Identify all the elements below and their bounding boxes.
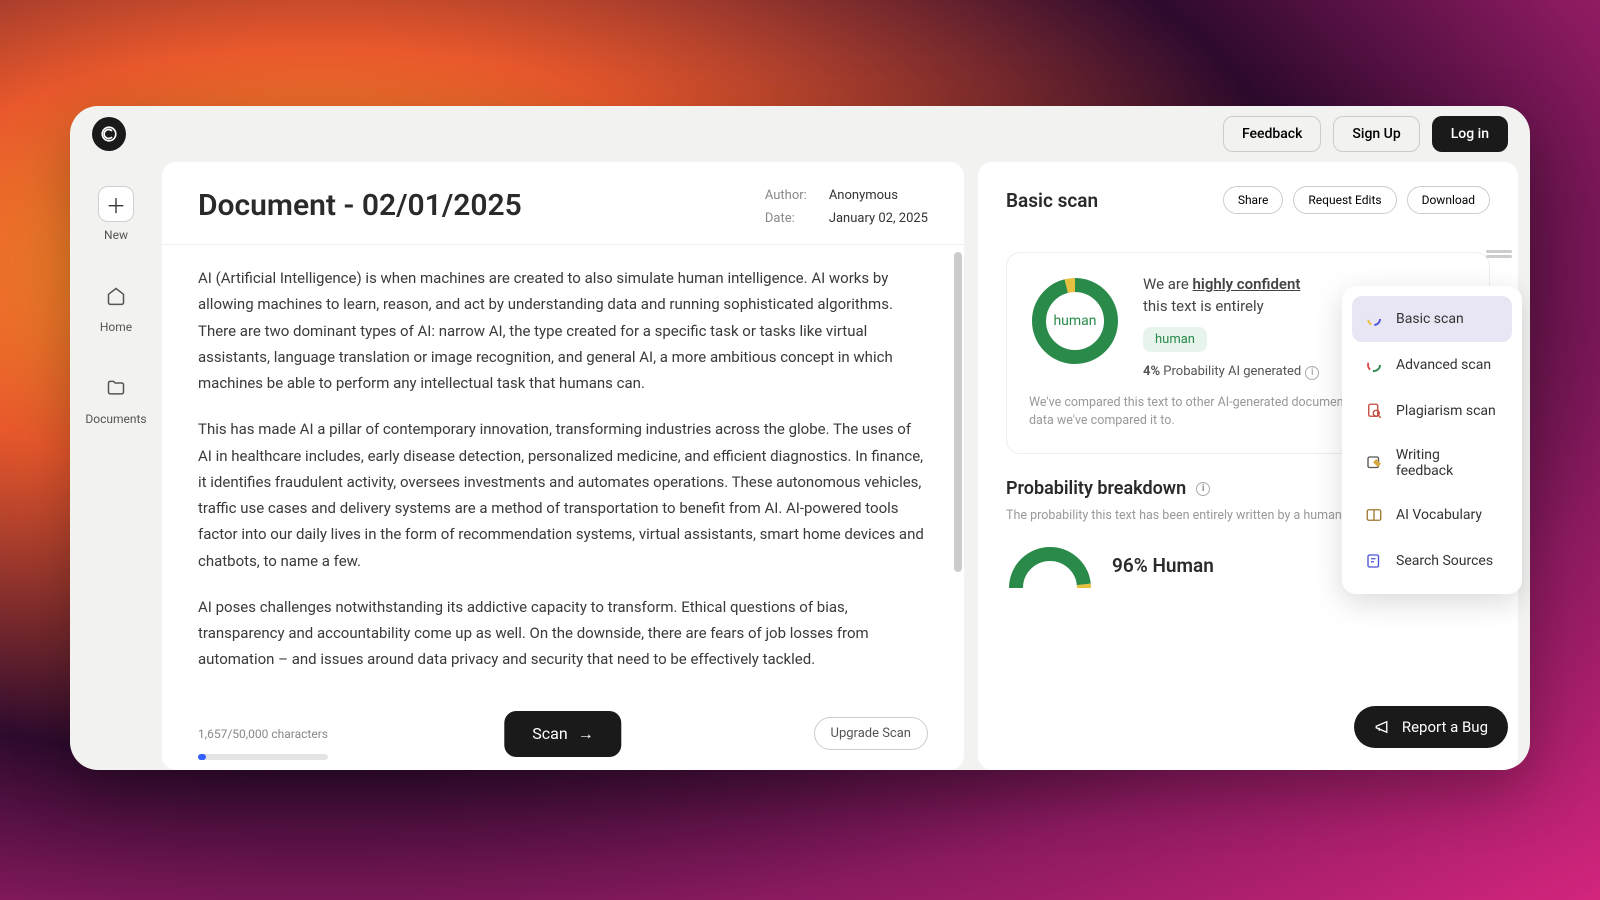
report-bug-button[interactable]: Report a Bug (1354, 706, 1508, 748)
login-button[interactable]: Log in (1432, 116, 1508, 152)
sidebar-item-new[interactable]: ＋ New (98, 186, 134, 242)
paragraph: AI (Artificial Intelligence) is when mac… (198, 265, 928, 396)
share-button[interactable]: Share (1223, 186, 1284, 214)
app-window: Feedback Sign Up Log in ＋ New Home Docum… (70, 106, 1530, 770)
megaphone-icon (1374, 718, 1392, 736)
menu-item-advanced-scan[interactable]: Advanced scan (1352, 342, 1512, 388)
home-icon (98, 278, 134, 314)
menu-item-plagiarism-scan[interactable]: Plagiarism scan (1352, 388, 1512, 434)
advanced-scan-icon (1364, 355, 1384, 375)
info-icon[interactable]: i (1305, 366, 1319, 380)
app-logo[interactable] (92, 117, 126, 151)
scrollbar[interactable] (954, 252, 962, 572)
feedback-button[interactable]: Feedback (1223, 116, 1321, 152)
request-edits-button[interactable]: Request Edits (1293, 186, 1396, 214)
document-meta: Author: Anonymous Date: January 02, 2025 (765, 188, 928, 226)
scan-mode-menu: Basic scan Advanced scan Plagiarism scan… (1342, 286, 1522, 594)
sidebar-item-documents[interactable]: Documents (85, 370, 146, 426)
document-body[interactable]: AI (Artificial Intelligence) is when mac… (162, 245, 964, 707)
author-label: Author: (765, 188, 807, 203)
document-panel: Document - 02/01/2025 Author: Anonymous … (162, 162, 964, 770)
human-badge: human (1143, 327, 1207, 352)
document-title: Document - 02/01/2025 (198, 188, 522, 223)
author-value: Anonymous (829, 188, 928, 203)
info-icon[interactable]: i (1196, 482, 1210, 496)
spinner-icon (1364, 309, 1384, 329)
main-area: ＋ New Home Documents Document - 02/01/20… (70, 162, 1530, 770)
menu-item-search-sources[interactable]: Search Sources (1352, 538, 1512, 584)
folder-icon (98, 370, 134, 406)
menu-item-ai-vocabulary[interactable]: AI Vocabulary (1352, 492, 1512, 538)
sidebar-label-home: Home (100, 320, 132, 334)
results-actions: Share Request Edits Download (1223, 186, 1490, 214)
paragraph: AI poses challenges notwithstanding its … (198, 594, 928, 673)
document-footer: 1,657/50,000 characters Scan → Upgrade S… (162, 707, 964, 770)
paragraph: This has made AI a pillar of contemporar… (198, 416, 928, 574)
sidebar-item-home[interactable]: Home (98, 278, 134, 334)
menu-item-writing-feedback[interactable]: Writing feedback (1352, 434, 1512, 492)
plus-icon: ＋ (98, 186, 134, 222)
drag-handle[interactable] (1486, 250, 1512, 260)
upgrade-scan-button[interactable]: Upgrade Scan (814, 717, 928, 750)
char-progress (198, 754, 328, 760)
writing-feedback-icon (1364, 453, 1384, 473)
human-arc (1006, 544, 1094, 588)
results-title: Basic scan (1006, 189, 1098, 212)
vocabulary-icon (1364, 505, 1384, 525)
scan-button[interactable]: Scan → (504, 711, 621, 757)
arrow-right-icon: → (578, 724, 594, 744)
confidence-donut: human (1029, 275, 1121, 367)
plagiarism-icon (1364, 401, 1384, 421)
results-header: Basic scan Share Request Edits Download (978, 186, 1518, 232)
char-progress-fill (198, 754, 206, 760)
sidebar-label-documents: Documents (85, 412, 146, 426)
date-value: January 02, 2025 (829, 211, 928, 226)
search-sources-icon (1364, 551, 1384, 571)
scan-button-label: Scan (532, 724, 567, 743)
download-button[interactable]: Download (1407, 186, 1490, 214)
logo-icon (100, 125, 118, 143)
human-percent: 96% Human (1112, 554, 1214, 577)
document-header: Document - 02/01/2025 Author: Anonymous … (162, 162, 964, 245)
donut-label: human (1053, 313, 1096, 329)
top-actions: Feedback Sign Up Log in (1223, 116, 1508, 152)
sidebar: ＋ New Home Documents (70, 162, 162, 770)
report-bug-label: Report a Bug (1402, 718, 1488, 736)
menu-item-basic-scan[interactable]: Basic scan (1352, 296, 1512, 342)
date-label: Date: (765, 211, 807, 226)
workspace: Document - 02/01/2025 Author: Anonymous … (162, 162, 1530, 770)
signup-button[interactable]: Sign Up (1333, 116, 1419, 152)
character-count: 1,657/50,000 characters (198, 727, 328, 741)
sidebar-label-new: New (104, 228, 128, 242)
topbar: Feedback Sign Up Log in (70, 106, 1530, 162)
